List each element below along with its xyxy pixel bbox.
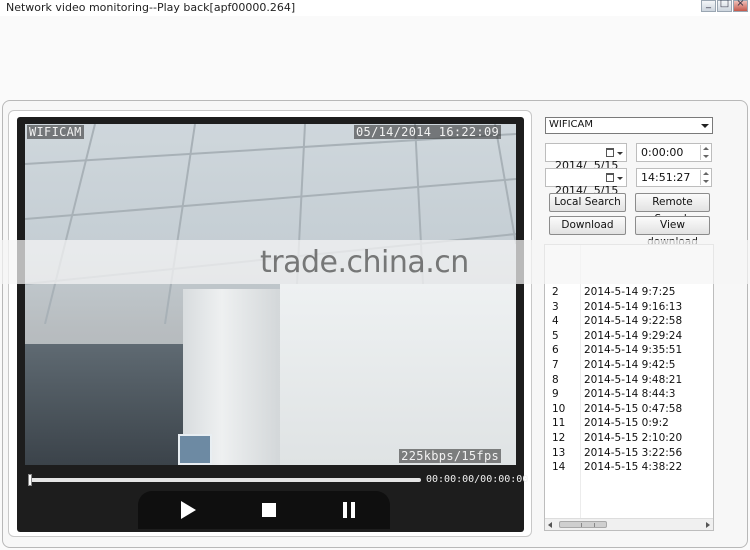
calendar-icon[interactable] (606, 148, 614, 157)
recording-index: 7 (552, 359, 559, 371)
list-item[interactable]: 11 2014-5-15 0:9:2 (545, 417, 713, 431)
minimize-button[interactable]: _ (701, 0, 716, 12)
end-time-stepper[interactable] (700, 170, 710, 185)
start-time-stepper[interactable] (700, 145, 710, 160)
play-icon (180, 501, 196, 519)
list-item[interactable]: 10 2014-5-15 0:47:58 (545, 402, 713, 417)
maximize-icon: □ (719, 0, 730, 9)
camera-select-value: WIFICAM (549, 119, 593, 130)
start-date-field[interactable]: 2014/ 5/15 (545, 143, 627, 172)
poster-image (178, 434, 212, 465)
pause-icon (343, 502, 355, 518)
list-item[interactable]: 6 2014-5-14 9:35:51 (545, 344, 713, 358)
scroll-left-icon[interactable] (548, 522, 552, 528)
recording-timestamp: 2014-5-15 4:38:22 (584, 461, 683, 474)
list-item[interactable]: 3 2014-5-14 9:16:13 (545, 300, 713, 315)
end-time-field[interactable]: 14:51:27 (636, 168, 712, 187)
title-bar: Network video monitoring--Play back[apf0… (0, 0, 750, 16)
list-item[interactable]: 9 2014-5-14 8:44:3 (545, 388, 713, 402)
arrow-up-icon (703, 147, 709, 150)
recording-index: 10 (552, 402, 566, 415)
scroll-thumb[interactable] (559, 521, 607, 528)
osd-timestamp: 05/14/2014 16:22:09 (354, 125, 501, 139)
remote-search-button[interactable]: Remote Search (635, 193, 710, 225)
osd-camera-name: WIFICAM (27, 125, 84, 139)
list-item[interactable]: 13 2014-5-15 3:22:56 (545, 446, 713, 461)
window-title: Network video monitoring--Play back[apf0… (6, 1, 296, 14)
recording-index: 8 (552, 373, 559, 386)
grip-icon (581, 523, 595, 527)
recording-index: 4 (552, 315, 559, 328)
watermark: trade.china.cn (260, 245, 469, 280)
seek-bar[interactable] (29, 478, 421, 482)
recording-index: 9 (552, 388, 559, 401)
play-button[interactable] (176, 498, 200, 522)
list-item[interactable]: 5 2014-5-14 9:29:24 (545, 329, 713, 344)
arrow-down-icon (703, 155, 709, 158)
list-item[interactable]: 4 2014-5-14 9:22:58 (545, 315, 713, 329)
recording-index: 2 (552, 286, 559, 298)
recording-timestamp: 2014-5-15 0:9:2 (584, 417, 669, 430)
window-controls: _ □ × (701, 0, 748, 12)
chevron-down-icon[interactable] (617, 177, 623, 180)
window-image (25, 344, 183, 465)
video-screen[interactable]: WIFICAM 05/14/2014 16:22:09 225kbps/15fp… (25, 124, 516, 465)
end-time-value: 14:51:27 (641, 171, 691, 184)
recording-index: 3 (552, 300, 559, 313)
recordings-list[interactable]: 2 2014-5-14 9:7:25 3 2014-5-14 9:16:13 4 2014… (544, 244, 714, 531)
recording-timestamp: 2014-5-14 9:22:58 (584, 315, 683, 328)
recording-timestamp: 2014-5-14 8:44:3 (584, 388, 676, 401)
close-button[interactable]: × (733, 0, 748, 12)
playback-time: 00:00:00/00:00:00 (426, 474, 529, 485)
download-button[interactable]: Download (549, 216, 626, 235)
list-item[interactable]: 2 2014-5-14 9:7:25 (545, 286, 713, 300)
osd-bitrate: 225kbps/15fps (399, 449, 501, 463)
minimize-icon: _ (706, 0, 711, 9)
calendar-icon[interactable] (606, 173, 614, 182)
recording-index: 13 (552, 446, 566, 459)
recording-timestamp: 2014-5-15 0:47:58 (584, 402, 683, 415)
recording-timestamp: 2014-5-15 2:10:20 (584, 432, 683, 444)
recording-index: 11 (552, 417, 566, 430)
horizontal-scrollbar[interactable] (545, 518, 713, 530)
camera-select[interactable]: WIFICAM (545, 117, 713, 134)
recording-timestamp: 2014-5-14 9:35:51 (584, 344, 683, 357)
view-download-button[interactable]: View download (635, 216, 710, 248)
recording-index: 14 (552, 461, 566, 474)
arrow-up-icon (703, 172, 709, 175)
maximize-button[interactable]: □ (717, 0, 732, 12)
list-item[interactable]: 12 2014-5-15 2:10:20 (545, 432, 713, 446)
chevron-down-icon[interactable] (617, 152, 623, 155)
recording-index: 12 (552, 432, 566, 444)
list-item[interactable]: 8 2014-5-14 9:48:21 (545, 373, 713, 388)
close-icon: × (736, 0, 745, 9)
pause-button[interactable] (337, 498, 361, 522)
scroll-right-icon[interactable] (706, 522, 710, 528)
list-item[interactable]: 7 2014-5-14 9:42:5 (545, 359, 713, 373)
seek-handle[interactable] (28, 474, 32, 486)
recording-timestamp: 2014-5-14 9:7:25 (584, 286, 676, 298)
recording-index: 5 (552, 329, 559, 342)
arrow-down-icon (703, 180, 709, 183)
start-time-value: 0:00:00 (641, 146, 684, 159)
recording-index: 6 (552, 344, 559, 357)
list-item[interactable]: 14 2014-5-15 4:38:22 (545, 461, 713, 475)
start-time-field[interactable]: 0:00:00 (636, 143, 712, 162)
end-date-field[interactable]: 2014/ 5/15 (545, 168, 627, 197)
wall-image (280, 284, 516, 465)
stop-button[interactable] (257, 498, 281, 522)
recording-timestamp: 2014-5-15 3:22:56 (584, 446, 683, 459)
local-search-button[interactable]: Local Search (549, 193, 626, 212)
recording-timestamp: 2014-5-14 9:48:21 (584, 373, 683, 386)
chevron-down-icon (701, 124, 709, 128)
recording-timestamp: 2014-5-14 9:42:5 (584, 359, 676, 371)
recording-timestamp: 2014-5-14 9:16:13 (584, 300, 683, 313)
stop-icon (262, 503, 276, 517)
recording-timestamp: 2014-5-14 9:29:24 (584, 329, 683, 342)
